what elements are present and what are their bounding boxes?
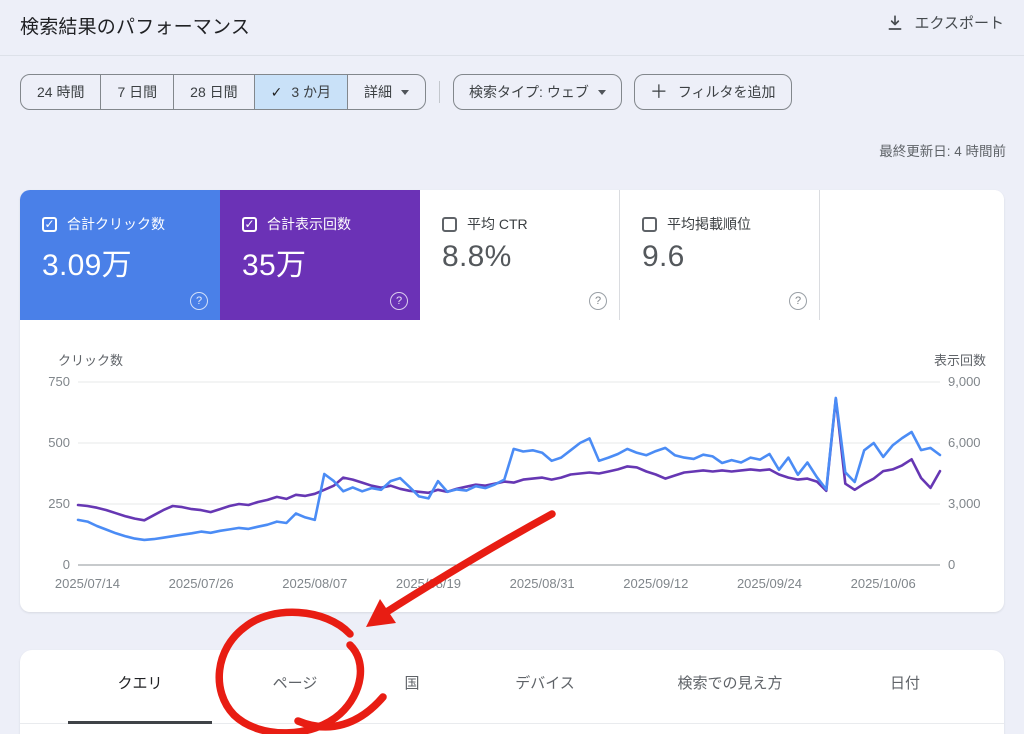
search-type-dropdown[interactable]: 検索タイプ: ウェブ [453, 74, 622, 110]
clicks-line [78, 398, 940, 540]
y-axis-tick-left: 750 [26, 374, 70, 389]
y-axis-tick-right: 3,000 [948, 496, 981, 511]
tab-pages[interactable]: ページ [273, 672, 318, 693]
range-chip-label: 詳細 [364, 82, 392, 102]
range-chip-24h[interactable]: 24 時間 [21, 75, 100, 109]
chevron-down-icon [598, 90, 606, 95]
toolbar-separator [439, 81, 440, 103]
card-value: 3.09万 [42, 240, 132, 284]
card-label: 平均 CTR [467, 214, 528, 234]
y-axis-tick-left: 250 [26, 496, 70, 511]
card-average-position[interactable]: 平均掲載順位 9.6 ? [620, 190, 820, 320]
chevron-down-icon [401, 90, 409, 95]
filter-toolbar: 24 時間 7 日間 28 日間 ✓ 3 か月 詳細 検索タイプ: ウェブ ＋ … [20, 74, 792, 110]
metric-cards: ✓ 合計クリック数 3.09万 ? ✓ 合計表示回数 35万 ? 平均 CTR … [20, 190, 1004, 320]
range-chip-custom[interactable]: 詳細 [347, 75, 425, 109]
card-label: 合計表示回数 [267, 214, 351, 234]
add-filter-label: フィルタを追加 [678, 82, 776, 102]
performance-panel: ✓ 合計クリック数 3.09万 ? ✓ 合計表示回数 35万 ? 平均 CTR … [20, 190, 1004, 612]
range-chip-label: 3 か月 [291, 82, 331, 102]
impressions-line [78, 399, 940, 520]
checkbox-checked-icon[interactable]: ✓ [242, 217, 257, 232]
checkbox-unchecked-icon[interactable] [442, 217, 457, 232]
card-label: 平均掲載順位 [667, 214, 751, 234]
tab-search-appearance[interactable]: 検索での見え方 [677, 672, 782, 693]
help-icon[interactable]: ? [390, 292, 408, 310]
range-chip-label: 7 日間 [117, 82, 157, 102]
export-button[interactable]: エクスポート [886, 12, 1004, 33]
add-filter-button[interactable]: ＋ フィルタを追加 [634, 74, 792, 110]
performance-chart: クリック数 表示回数 7509,0005006,0002503,00000202… [20, 320, 1004, 612]
help-icon[interactable]: ? [589, 292, 607, 310]
plus-icon: ＋ [650, 83, 668, 101]
x-axis-tick: 2025/08/31 [510, 576, 575, 591]
check-icon: ✓ [271, 84, 283, 101]
x-axis-tick: 2025/07/14 [55, 576, 120, 591]
date-range-group: 24 時間 7 日間 28 日間 ✓ 3 か月 詳細 [20, 74, 426, 110]
card-total-clicks[interactable]: ✓ 合計クリック数 3.09万 ? [20, 190, 220, 320]
y-axis-tick-right: 0 [948, 557, 955, 572]
help-icon[interactable]: ? [789, 292, 807, 310]
help-icon[interactable]: ? [190, 292, 208, 310]
card-total-impressions[interactable]: ✓ 合計表示回数 35万 ? [220, 190, 420, 320]
range-chip-7d[interactable]: 7 日間 [100, 75, 173, 109]
card-value: 9.6 [642, 240, 685, 274]
range-chip-label: 28 日間 [190, 82, 237, 102]
download-icon [886, 14, 904, 32]
tab-countries[interactable]: 国 [404, 672, 419, 693]
tab-dates[interactable]: 日付 [890, 672, 920, 693]
last-updated-text: 最終更新日: 4 時間前 [879, 140, 1006, 160]
card-average-ctr[interactable]: 平均 CTR 8.8% ? [420, 190, 620, 320]
header-divider [0, 55, 1024, 56]
page-title: 検索結果のパフォーマンス [20, 12, 250, 39]
checkbox-checked-icon[interactable]: ✓ [42, 217, 57, 232]
x-axis-tick: 2025/10/06 [851, 576, 916, 591]
card-label: 合計クリック数 [67, 214, 165, 234]
y-axis-tick-right: 9,000 [948, 374, 981, 389]
x-axis-tick: 2025/07/26 [169, 576, 234, 591]
card-filler [820, 190, 1004, 320]
x-axis-tick: 2025/09/24 [737, 576, 802, 591]
active-tab-underline [68, 721, 212, 724]
export-label: エクスポート [914, 12, 1004, 33]
checkbox-unchecked-icon[interactable] [642, 217, 657, 232]
range-chip-3mo-selected[interactable]: ✓ 3 か月 [254, 75, 347, 109]
x-axis-tick: 2025/08/19 [396, 576, 461, 591]
tab-queries[interactable]: クエリ [117, 672, 162, 693]
card-value: 35万 [242, 240, 306, 284]
dimension-tabs-panel: クエリ ページ 国 デバイス 検索での見え方 日付 [20, 650, 1004, 734]
line-chart-svg [20, 320, 1004, 612]
x-axis-tick: 2025/08/07 [282, 576, 347, 591]
range-chip-label: 24 時間 [37, 82, 84, 102]
y-axis-tick-left: 500 [26, 435, 70, 450]
x-axis-tick: 2025/09/12 [623, 576, 688, 591]
range-chip-28d[interactable]: 28 日間 [173, 75, 253, 109]
tab-devices[interactable]: デバイス [515, 672, 575, 693]
y-axis-tick-right: 6,000 [948, 435, 981, 450]
card-value: 8.8% [442, 240, 512, 274]
search-type-label: 検索タイプ: ウェブ [469, 82, 589, 102]
y-axis-tick-left: 0 [26, 557, 70, 572]
